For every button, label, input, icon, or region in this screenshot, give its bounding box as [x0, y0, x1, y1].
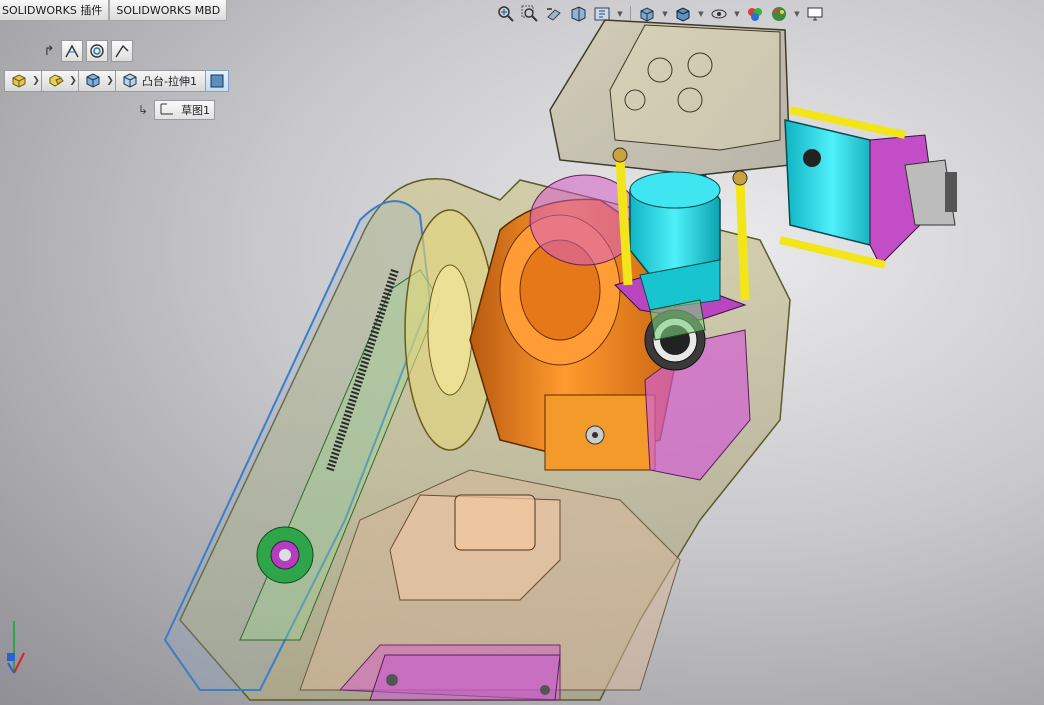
model-viewport[interactable]	[0, 0, 1044, 705]
top-housing-box	[549, 19, 791, 176]
lens-assembly	[644, 299, 706, 371]
reference-triad-icon	[7, 621, 25, 674]
